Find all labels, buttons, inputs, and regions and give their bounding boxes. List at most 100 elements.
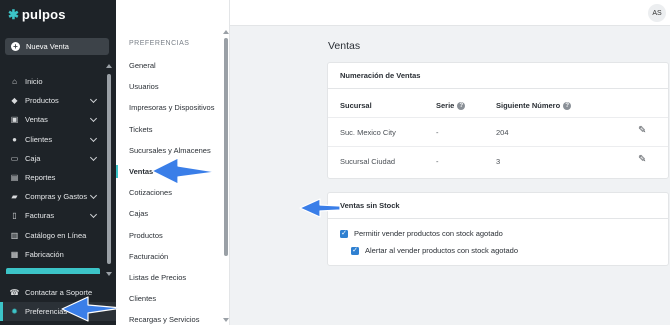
scrollbar-thumb[interactable] [107,74,111,264]
column-header-series: Serie ? [436,101,466,110]
column-header-next-number: Siguiente Número ? [496,101,572,110]
chevron-down-icon [89,153,98,161]
pulpos-logo-icon: ✱ [8,7,19,22]
sidebar-scrollbar[interactable] [106,64,112,276]
scroll-up-icon[interactable] [223,30,229,34]
sidebar-nav: ⌂ Inicio ◆ Productos ▣ Ventas ● Clientes… [0,72,104,264]
sidebar-item-compras[interactable]: ▰ Compras y Gastos [0,187,104,206]
sidebar-item-label: Catálogo en Línea [25,230,87,240]
option-label: Permitir vender productos con stock agot… [354,229,503,238]
pref-item-facturacion[interactable]: Facturación [116,246,222,267]
branch-cell: Sucursal Ciudad [340,157,396,166]
sidebar-item-label: Compras y Gastos [25,192,88,202]
series-cell: - [436,157,439,166]
next-number-cell: 3 [496,157,501,166]
chevron-down-icon [89,192,98,200]
sidebar-item-caja[interactable]: ▭ Caja [0,149,104,168]
sidebar-item-productos[interactable]: ◆ Productos [0,91,104,110]
chevron-down-icon [89,211,98,219]
help-icon[interactable]: ? [457,101,466,110]
new-sale-button[interactable]: + Nueva Venta [5,38,109,55]
sidebar-item-fabricacion[interactable]: ▦ Fabricación [0,245,104,264]
checkbox-checked-icon[interactable]: ✓ [340,229,348,238]
column-header-label: Siguiente Número [496,101,561,110]
sidebar-item-inicio[interactable]: ⌂ Inicio [0,72,104,91]
sidebar-item-label: Inicio [25,77,43,87]
invoice-icon: ▯ [12,211,17,221]
sidebar-item-label: Ventas [25,115,48,125]
pencil-icon[interactable]: ✎ [638,126,648,136]
sidebar-item-label: Clientes [25,134,53,144]
cart-icon: ▣ [10,115,19,125]
phone-icon: ☎ [9,288,20,297]
table-row: Sucursal Ciudad - 3 ✎ [328,146,668,175]
option-label: Alertar al vender productos con stock ag… [365,246,519,255]
sidebar-item-label: Productos [25,96,59,106]
sidebar-item-reportes[interactable]: ▤ Reportes [0,168,104,187]
chevron-down-icon [89,96,98,104]
scrollbar-thumb[interactable] [224,38,228,256]
preferences-scrollbar[interactable] [223,30,229,322]
page-title: Ventas [328,40,361,52]
home-icon: ⌂ [12,77,17,87]
series-cell: - [436,128,439,137]
sales-without-stock-card: Ventas sin Stock ✓ Permitir vender produ… [327,192,669,266]
sidebar-item-catalogo[interactable]: ▥ Catálogo en Línea [0,226,104,245]
pref-item-productos[interactable]: Productos [116,225,222,246]
avatar[interactable]: AS [648,4,666,22]
allow-no-stock-option[interactable]: ✓ Permitir vender productos con stock ag… [340,229,503,238]
pref-item-usuarios[interactable]: Usuarios [116,76,222,97]
annotation-arrow-icon [61,296,123,322]
table-row: Suc. Mexico City - 204 ✎ [328,117,668,146]
plus-icon: + [11,42,20,51]
help-icon[interactable]: ? [563,101,572,110]
truck-icon: ▰ [11,192,18,202]
card-title: Ventas sin Stock [328,193,668,219]
top-bar: AS [230,0,670,26]
next-number-cell: 204 [496,128,509,137]
annotation-arrow-icon [151,157,217,185]
alert-no-stock-option[interactable]: ✓ Alertar al vender productos con stock … [351,246,518,255]
sidebar-item-ventas[interactable]: ▣ Ventas [0,110,104,129]
checkbox-checked-icon[interactable]: ✓ [351,246,359,255]
chevron-down-icon [89,134,98,142]
main-sidebar: ✱ pulpos + Nueva Venta ⌂ Inicio ◆ Produc… [0,0,116,325]
sidebar-item-label: Facturas [25,211,55,221]
new-sale-label: Nueva Venta [26,42,69,51]
column-header-branch: Sucursal [340,101,372,110]
branch-cell: Suc. Mexico City [340,128,396,137]
brand-name: pulpos [21,7,66,22]
preferences-heading: PREFERENCIAS [129,40,190,47]
card-title: Numeración de Ventas [328,63,668,89]
column-header-label: Sucursal [340,101,372,110]
preferences-list: General Usuarios Impresoras y Dispositiv… [116,55,222,325]
sidebar-item-facturas[interactable]: ▯ Facturas [0,206,104,225]
pref-item-impresoras[interactable]: Impresoras y Dispositivos [116,97,222,118]
chevron-down-icon [89,115,98,123]
sidebar-item-clientes[interactable]: ● Clientes [0,130,104,149]
accent-strip [6,268,100,274]
chart-icon: ▤ [10,173,19,183]
pref-item-tickets[interactable]: Tickets [116,119,222,140]
annotation-arrow-icon [299,198,341,218]
gear-icon: ✹ [11,307,18,316]
scroll-down-icon[interactable] [106,272,112,276]
sidebar-item-label: Caja [25,153,41,163]
sales-numbering-card: Numeración de Ventas Sucursal Serie ? Si… [327,62,669,179]
scroll-down-icon[interactable] [223,318,229,322]
pulpos-logo[interactable]: ✱ pulpos [8,7,66,22]
scroll-up-icon[interactable] [106,64,112,68]
pref-item-general[interactable]: General [116,55,222,76]
sidebar-item-label: Reportes [25,173,56,183]
pref-item-recargas[interactable]: Recargas y Servicios [116,309,222,325]
pencil-icon[interactable]: ✎ [638,155,648,165]
column-header-label: Serie [436,101,455,110]
factory-icon: ▦ [10,249,19,259]
pref-item-cajas[interactable]: Cajas [116,203,222,224]
user-icon: ● [12,134,17,144]
sidebar-item-label: Fabricación [25,249,64,259]
pref-item-clientes[interactable]: Clientes [116,288,222,309]
book-icon: ▥ [10,230,19,240]
tag-icon: ◆ [11,96,18,106]
pref-item-listas-precios[interactable]: Listas de Precios [116,267,222,288]
